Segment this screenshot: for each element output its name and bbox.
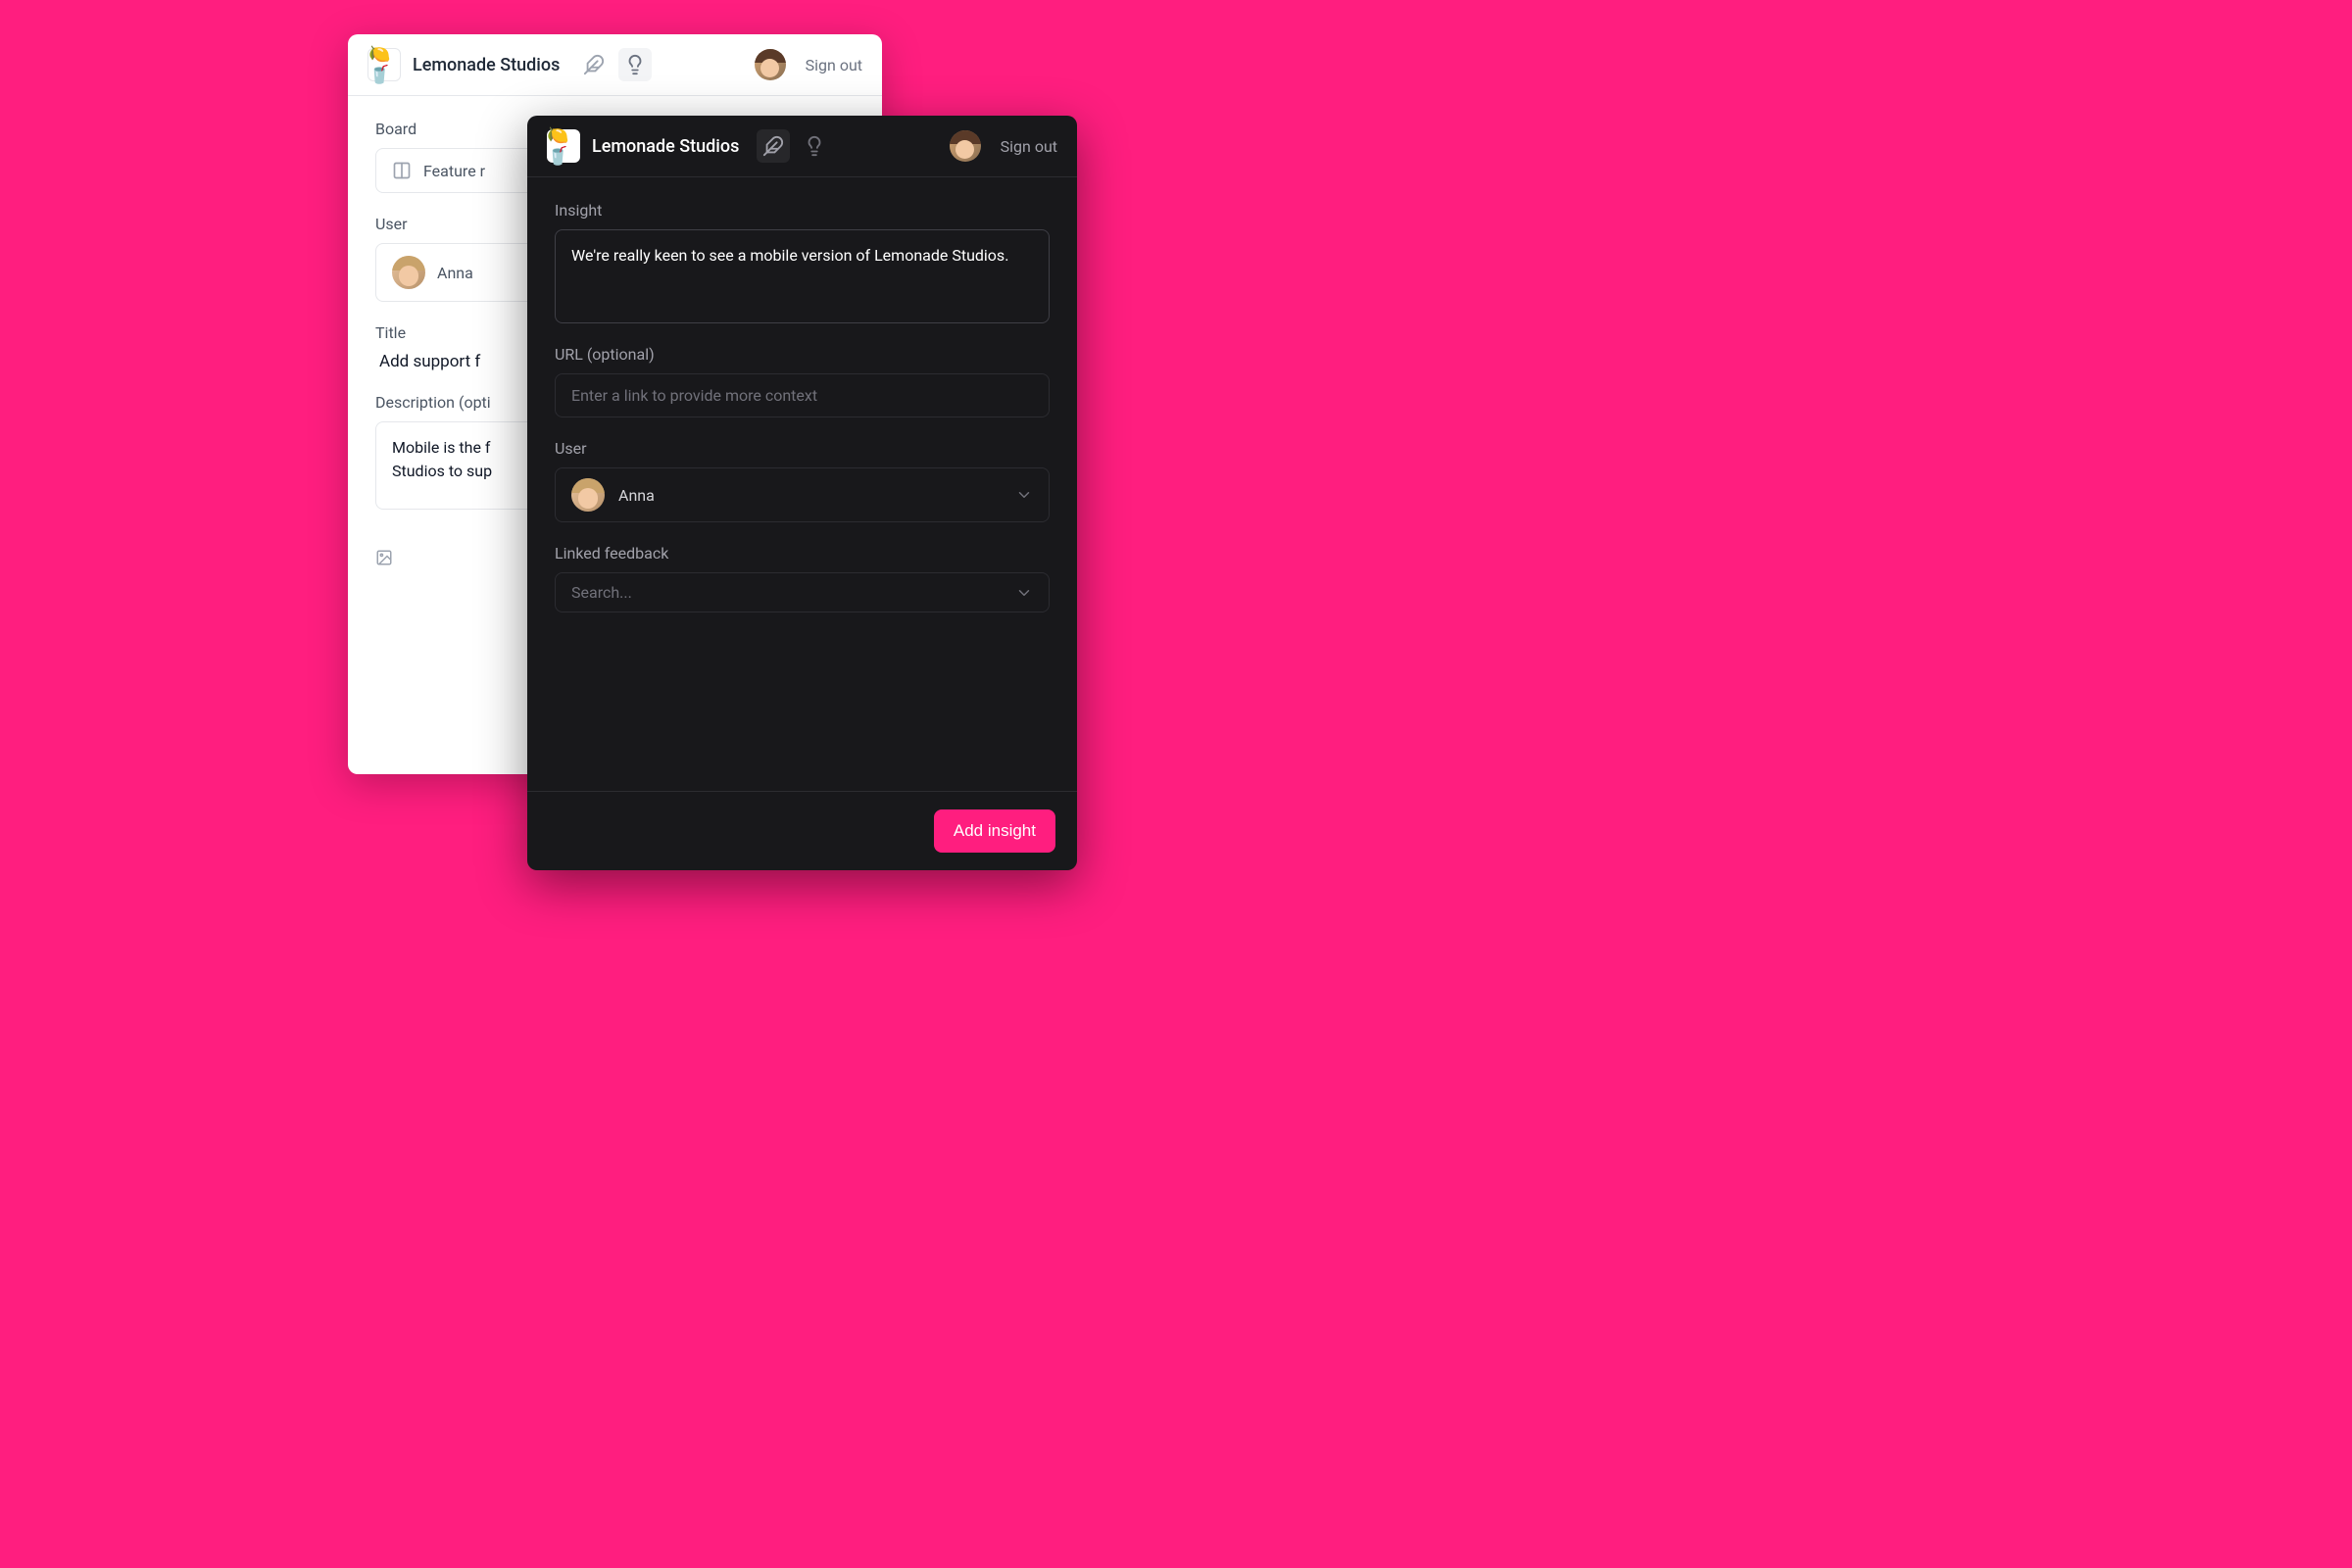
brand-logo: 🍋🥤 bbox=[368, 48, 401, 81]
user-value: Anna bbox=[437, 264, 473, 282]
sign-out-link[interactable]: Sign out bbox=[806, 56, 862, 74]
insight-form-dark: 🍋🥤 Lemonade Studios Sign out Insight We'… bbox=[527, 116, 1077, 870]
chevron-down-icon bbox=[1015, 584, 1033, 602]
url-placeholder: Enter a link to provide more context bbox=[571, 386, 817, 405]
user-avatar-small bbox=[571, 478, 605, 512]
chevron-down-icon bbox=[1015, 486, 1033, 504]
url-input[interactable]: Enter a link to provide more context bbox=[555, 373, 1050, 417]
brand-name: Lemonade Studios bbox=[592, 136, 739, 157]
insight-value: We're really keen to see a mobile versio… bbox=[571, 246, 1008, 265]
feather-icon[interactable] bbox=[757, 129, 790, 163]
header: 🍋🥤 Lemonade Studios Sign out bbox=[527, 116, 1077, 177]
user-value: Anna bbox=[618, 486, 655, 505]
logo-emoji: 🍋🥤 bbox=[547, 125, 580, 167]
url-label: URL (optional) bbox=[555, 345, 1050, 364]
user-select[interactable]: Anna bbox=[555, 467, 1050, 522]
logo-emoji: 🍋🥤 bbox=[368, 44, 400, 85]
user-avatar-small bbox=[392, 256, 425, 289]
linked-feedback-select[interactable]: Search... bbox=[555, 572, 1050, 612]
user-label: User bbox=[555, 439, 1050, 458]
user-avatar[interactable] bbox=[950, 130, 981, 162]
insight-textarea[interactable]: We're really keen to see a mobile versio… bbox=[555, 229, 1050, 323]
board-icon bbox=[392, 161, 412, 180]
feather-icon[interactable] bbox=[577, 48, 611, 81]
description-value: Mobile is the f Studios to sup bbox=[392, 438, 492, 480]
header: 🍋🥤 Lemonade Studios Sign out bbox=[348, 34, 882, 96]
form-body: Insight We're really keen to see a mobil… bbox=[527, 177, 1077, 612]
brand-name: Lemonade Studios bbox=[413, 55, 560, 75]
board-value: Feature r bbox=[423, 162, 485, 180]
linked-feedback-placeholder: Search... bbox=[571, 583, 632, 602]
footer: Add insight bbox=[527, 791, 1077, 870]
attachment-icon bbox=[375, 549, 393, 566]
insight-label: Insight bbox=[555, 201, 1050, 220]
sign-out-link[interactable]: Sign out bbox=[1001, 137, 1057, 156]
linked-feedback-label: Linked feedback bbox=[555, 544, 1050, 563]
lightbulb-icon[interactable] bbox=[618, 48, 652, 81]
lightbulb-icon[interactable] bbox=[798, 129, 831, 163]
user-avatar[interactable] bbox=[755, 49, 786, 80]
brand-logo: 🍋🥤 bbox=[547, 129, 580, 163]
title-value: Add support f bbox=[379, 352, 480, 371]
add-insight-button[interactable]: Add insight bbox=[934, 809, 1055, 853]
